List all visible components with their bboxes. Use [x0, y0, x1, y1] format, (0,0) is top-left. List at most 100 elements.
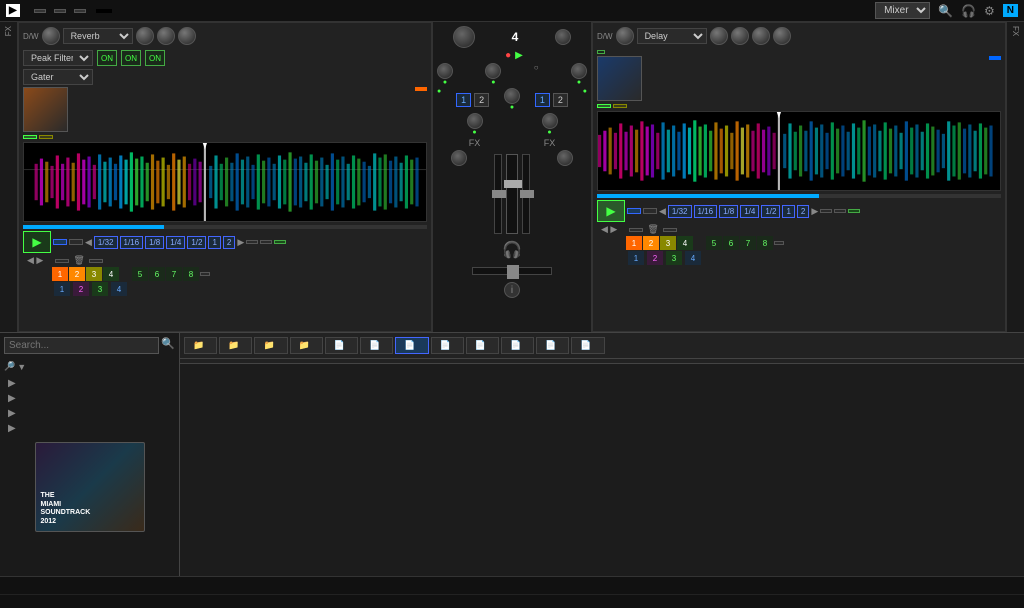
deck-b-arrow-right[interactable]: ▶ [811, 206, 818, 217]
deck-b-move-arrows[interactable]: ◀ ▶ [601, 224, 617, 235]
deck-b-loop-1-8[interactable]: 1/8 [719, 205, 738, 218]
mixer-headphone-icon[interactable]: 🎧 [502, 240, 522, 260]
mixer-gain-left-knob[interactable] [437, 63, 453, 79]
deck-b-btn-8[interactable]: 8 [757, 236, 773, 250]
deck-a-loop-1-4[interactable]: 1/4 [166, 236, 185, 249]
tab-demo-remix[interactable]: 📄 [431, 337, 464, 354]
deck-b-sync-button[interactable] [597, 104, 611, 108]
mixer-main-fader-thumb[interactable] [504, 180, 522, 188]
mixer-crossfader[interactable] [472, 267, 552, 275]
deck-b-grid-4[interactable]: 4 [685, 251, 701, 265]
mixer-info-icon[interactable]: i [504, 282, 520, 298]
headphones-icon[interactable]: 🎧 [961, 4, 976, 18]
deck-b-cue-button[interactable] [627, 208, 641, 214]
deck-a-arrow-right[interactable]: ▶ [237, 237, 244, 248]
deck-a-loop-1-2[interactable]: 1/2 [187, 236, 206, 249]
deck-a-in-button[interactable] [246, 240, 258, 244]
deck-a-cue-3[interactable]: 3 [86, 267, 102, 281]
deck-b-loop-2[interactable]: 2 [797, 205, 809, 218]
deck-a-btn-5[interactable]: 5 [132, 267, 148, 281]
deck-a-loop-1-8[interactable]: 1/8 [145, 236, 164, 249]
mixer-fader-left-thumb[interactable] [492, 190, 506, 198]
sidebar-filter-arrow[interactable]: ▼ [17, 362, 26, 372]
deck-a-on3-button[interactable]: ON [145, 50, 165, 66]
deck-b-rate-knob[interactable] [773, 27, 791, 45]
deck-a-loop-1-16[interactable]: 1/16 [120, 236, 144, 249]
deck-b-loop-1-32[interactable]: 1/32 [668, 205, 692, 218]
deck-b-cup-button[interactable] [643, 208, 657, 214]
sidebar-item-demo[interactable]: ▶ [4, 391, 175, 406]
sidebar-magnify-icon[interactable]: 🔎 [4, 361, 15, 372]
deck-a-grid-2[interactable]: 2 [73, 282, 89, 296]
mixer-key-left-knob[interactable] [451, 150, 467, 166]
deck-b-loop-1-4[interactable]: 1/4 [740, 205, 759, 218]
mixer-fx-2-left[interactable]: 2 [474, 93, 489, 107]
deck-a-loop-1[interactable]: 1 [208, 236, 220, 249]
deck-b-effect1-select[interactable]: Delay [637, 28, 707, 44]
deck-a-sync-button[interactable] [23, 135, 37, 139]
tab-all-remix[interactable]: 📄 [360, 337, 393, 354]
mixer-crossfader-thumb[interactable] [507, 265, 519, 279]
mixer-lo-left-knob[interactable] [467, 113, 483, 129]
sidebar-search-input[interactable] [4, 337, 159, 354]
tab-not-assigned-1[interactable]: 📄 [466, 337, 499, 354]
deck-a-play-button[interactable]: ▶ [23, 231, 51, 253]
deck-a-on1-button[interactable]: ON [97, 50, 117, 66]
deck-a-grid-1[interactable]: 1 [54, 282, 70, 296]
deck-b-loop-1-16[interactable]: 1/16 [694, 205, 718, 218]
mixer-lo-right-knob[interactable] [542, 113, 558, 129]
deck-a-arrow-left[interactable]: ◀ [85, 237, 92, 248]
mixer-mid-knob[interactable] [504, 88, 520, 104]
tab-preparation[interactable]: 📁 [184, 337, 217, 354]
deck-b-active-button[interactable] [848, 209, 860, 213]
tab-not-assigned-3[interactable]: 📄 [536, 337, 569, 354]
deck-a-cue-1[interactable]: 1 [52, 267, 68, 281]
deck-b-out-button[interactable] [834, 209, 846, 213]
load-button[interactable] [74, 9, 86, 13]
deck-b-filter-knob[interactable] [710, 27, 728, 45]
deck-b-frz-knob[interactable] [752, 27, 770, 45]
ctrl-button[interactable] [34, 9, 46, 13]
deck-a-grid-4[interactable]: 4 [111, 282, 127, 296]
deck-a-master-button[interactable] [39, 135, 53, 139]
mixer-play-icon[interactable]: ▶ [515, 50, 523, 61]
tab-all-tracks[interactable]: 📄 [325, 337, 358, 354]
deck-b-store-button[interactable] [663, 228, 677, 232]
mixer-rec-dot[interactable]: ● [505, 50, 511, 61]
deck-a-cue-4[interactable]: 4 [103, 267, 119, 281]
deck-b-btn-7[interactable]: 7 [740, 236, 756, 250]
mixer-fx-1-right[interactable]: 1 [535, 93, 550, 107]
deck-a-btn-6[interactable]: 6 [149, 267, 165, 281]
deck-a-reverb-knob[interactable] [136, 27, 154, 45]
mixer-select[interactable]: Mixer [875, 2, 930, 19]
deck-b-rst-button[interactable] [597, 50, 605, 54]
deck-b-loop-1[interactable]: 1 [782, 205, 794, 218]
mixer-hi-left-knob[interactable] [485, 63, 501, 79]
mixer-key-right-knob[interactable] [557, 150, 573, 166]
deck-a-grid-3[interactable]: 3 [92, 282, 108, 296]
deck-a-trash-icon[interactable]: 🗑 [73, 255, 84, 266]
deck-b-map-button[interactable] [774, 241, 784, 245]
deck-b-pos-bar[interactable] [597, 194, 1001, 198]
deck-b-trash-icon[interactable]: 🗑 [647, 224, 658, 235]
deck-a-load-button[interactable] [55, 259, 69, 263]
audio-button[interactable] [54, 9, 66, 13]
tab-track-collection[interactable]: 📁 [254, 337, 287, 354]
deck-b-cue-2[interactable]: 2 [643, 236, 659, 250]
deck-a-effect3-select[interactable]: Gater [23, 69, 93, 85]
mixer-fx-1-left[interactable]: 1 [456, 93, 471, 107]
deck-a-gater-knob[interactable] [178, 27, 196, 45]
deck-b-arrow-left[interactable]: ◀ [659, 206, 666, 217]
deck-b-btn-6[interactable]: 6 [723, 236, 739, 250]
deck-a-map-button[interactable] [200, 272, 210, 276]
deck-a-move-arrows[interactable]: ◀ ▶ [27, 255, 43, 266]
deck-a-peak-knob[interactable] [157, 27, 175, 45]
mixer-fader-right[interactable] [522, 154, 530, 234]
deck-a-loop-2[interactable]: 2 [223, 236, 235, 249]
sidebar-item-desktop[interactable]: ▶ [4, 421, 175, 436]
deck-b-feedbk-knob[interactable] [731, 27, 749, 45]
deck-a-btn-8[interactable]: 8 [183, 267, 199, 281]
deck-a-effect1-select[interactable]: Reverb [63, 28, 133, 44]
tab-all-samples[interactable]: 📁 [290, 337, 323, 354]
deck-a-cue-button[interactable] [53, 239, 67, 245]
